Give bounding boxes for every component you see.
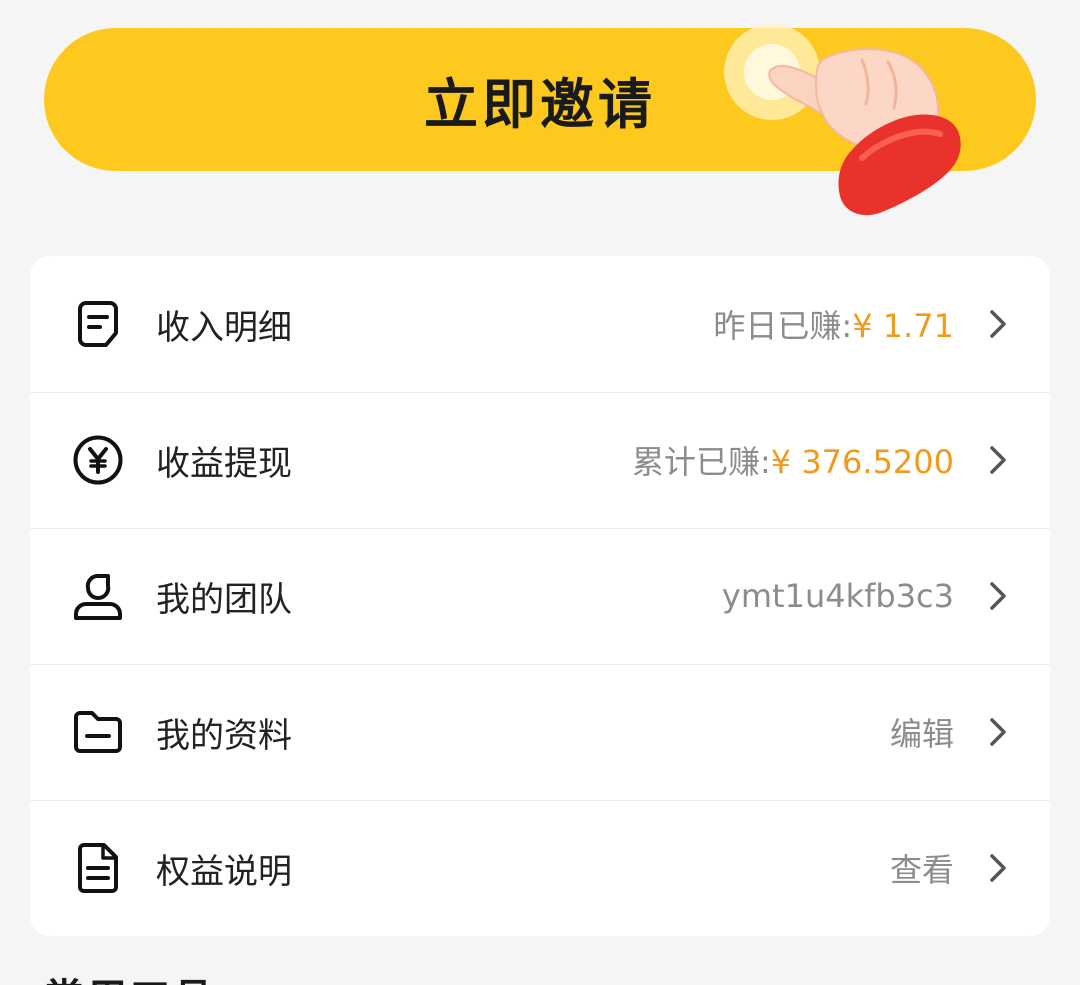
receipt-icon [70,296,126,352]
menu-row-label: 我的团队 [156,579,292,620]
chevron-right-icon [990,582,1006,610]
page: 立即邀请 收入明细 昨日已赚:¥ 1.71 收益提现 累计已赚:¥ 376.52… [0,0,1080,985]
folder-icon [70,704,126,760]
yen-circle-icon [70,432,126,488]
menu-row-income[interactable]: 收入明细 昨日已赚:¥ 1.71 [30,256,1050,392]
total-earnings: 累计已赚:¥ 376.5200 [632,437,954,483]
section-title: 常用工具 [44,966,216,985]
menu-row-withdraw[interactable]: 收益提现 累计已赚:¥ 376.5200 [30,392,1050,528]
menu-row-label: 收益提现 [156,443,292,484]
chevron-right-icon [990,310,1006,338]
menu-row-benefits[interactable]: 权益说明 查看 [30,800,1050,936]
menu-card: 收入明细 昨日已赚:¥ 1.71 收益提现 累计已赚:¥ 376.5200 我的… [30,256,1050,936]
pointing-hand-icon [712,0,972,225]
chevron-right-icon [990,718,1006,746]
yesterday-earnings: 昨日已赚:¥ 1.71 [713,301,954,347]
edit-link[interactable]: 编辑 [890,709,954,755]
menu-row-label: 权益说明 [156,851,292,892]
chevron-right-icon [990,446,1006,474]
menu-row-label: 收入明细 [156,307,292,348]
menu-row-team[interactable]: 我的团队 ymt1u4kfb3c3 [30,528,1050,664]
yesterday-earnings-amount: ¥ 1.71 [852,307,954,345]
view-link[interactable]: 查看 [890,845,954,891]
person-icon [70,568,126,624]
document-icon [70,840,126,896]
team-code: ymt1u4kfb3c3 [721,577,954,615]
yesterday-earnings-label: 昨日已赚: [713,307,853,345]
total-earnings-label: 累计已赚: [631,443,771,481]
total-earnings-amount: ¥ 376.5200 [770,443,954,481]
menu-row-label: 我的资料 [156,715,292,756]
menu-row-profile[interactable]: 我的资料 编辑 [30,664,1050,800]
chevron-right-icon [990,854,1006,882]
invite-button-label: 立即邀请 [424,73,656,136]
